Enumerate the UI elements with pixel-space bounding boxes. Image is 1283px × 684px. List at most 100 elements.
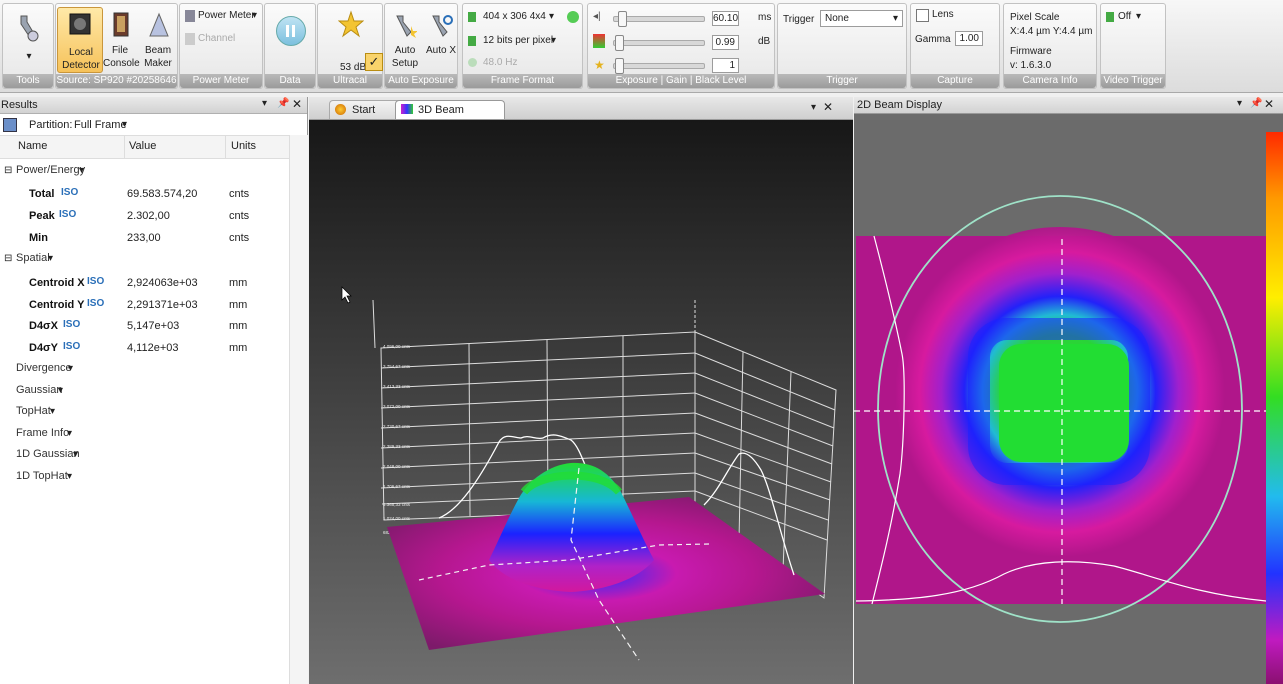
partition-icon (3, 118, 17, 132)
column-value[interactable]: Value (129, 140, 156, 152)
rate-label: 48.0 Hz (483, 57, 518, 68)
chevron-down-icon[interactable]: ▾ (73, 444, 78, 465)
table-row[interactable]: Peak ISO 2.302,00 cnts (0, 206, 290, 227)
chevron-down-icon[interactable]: ▾ (1237, 98, 1242, 109)
category-1d-gaussian[interactable]: 1D Gaussian ▾ (0, 444, 290, 465)
video-trigger-group: Off ▾ Video Trigger (1100, 3, 1166, 89)
power-meter-dropdown[interactable]: Power Meter (198, 10, 255, 21)
power-energy-label: Power/Energy (16, 164, 86, 176)
video-trigger-dropdown[interactable]: Off (1118, 11, 1131, 22)
beam-2d-title: 2D Beam Display (857, 99, 942, 111)
spatial-group[interactable]: ⊟ Spatial ▾ (0, 248, 290, 269)
chevron-down-icon[interactable]: ▾ (252, 10, 257, 21)
ultracal-caption: Ultracal (318, 74, 382, 88)
row-value: 2.302,00 (127, 210, 170, 222)
collapse-icon[interactable]: ⊟ (4, 160, 12, 181)
z-tick: 3.072,00 cnts (383, 404, 411, 409)
star-icon[interactable] (338, 10, 364, 38)
close-icon[interactable]: ✕ (823, 100, 833, 114)
category-label: 1D TopHat (16, 470, 68, 482)
chevron-down-icon[interactable]: ▾ (122, 119, 127, 130)
chevron-down-icon[interactable]: ▾ (48, 248, 53, 269)
partition-dropdown[interactable]: Full Frame (74, 119, 127, 131)
refresh-icon[interactable] (567, 11, 579, 23)
capture-caption: Capture (911, 74, 999, 88)
auto-setup-button[interactable]: Auto Setup (387, 44, 423, 70)
chevron-down-icon[interactable]: ▾ (50, 401, 55, 422)
category-tophat[interactable]: TopHat ▾ (0, 401, 290, 422)
beam-maker-button[interactable]: Beam Maker (139, 44, 177, 70)
table-row[interactable]: D4σY ISO 4,112e+03 mm (0, 338, 290, 359)
ultracal-value: 53 dB (340, 62, 367, 73)
column-name[interactable]: Name (18, 140, 47, 152)
black-level-input[interactable]: 1 (712, 58, 739, 73)
local-detector-button[interactable]: Local Detector (57, 7, 103, 73)
pin-icon[interactable]: 📌 (1250, 98, 1262, 109)
gain-slider[interactable] (613, 35, 705, 51)
chevron-down-icon[interactable]: ▾ (68, 358, 73, 379)
table-row[interactable]: D4σX ISO 5,147e+03 mm (0, 316, 290, 337)
category-frame-info[interactable]: Frame Info ▾ (0, 423, 290, 444)
pause-button[interactable] (276, 16, 306, 46)
bits-dropdown[interactable]: 12 bits per pixel (483, 35, 553, 46)
chevron-down-icon[interactable]: ▾ (811, 102, 816, 113)
category-label: Divergence (16, 362, 72, 374)
lens-checkbox[interactable] (916, 9, 929, 22)
category-divergence[interactable]: Divergence ▾ (0, 358, 290, 379)
beam-3d-plot[interactable]: 4.096,00 cnts 3.754,67 cnts 3.413,33 cnt… (309, 120, 853, 684)
category-label: Frame Info (16, 427, 70, 439)
auto-x-icon (432, 15, 453, 37)
power-energy-group[interactable]: ⊟ Power/Energy ▾ (0, 160, 290, 181)
row-value: 4,112e+03 (127, 342, 179, 354)
table-row[interactable]: Centroid X ISO 2,924063e+03 mm (0, 273, 290, 294)
table-row[interactable]: Min 233,00 cnts (0, 228, 290, 249)
rate-icon (468, 58, 477, 67)
chevron-down-icon[interactable]: ▾ (551, 35, 556, 46)
channel-icon (185, 33, 195, 45)
auto-x-button[interactable]: Auto X (423, 44, 459, 57)
category-1d-tophat[interactable]: 1D TopHat ▾ (0, 466, 290, 487)
column-units[interactable]: Units (231, 140, 256, 152)
iso-badge: ISO (59, 209, 77, 220)
file-console-button[interactable]: File Console (103, 44, 140, 70)
trigger-select[interactable]: None ▾ (820, 10, 903, 27)
camera-info-group: Pixel Scale X:4.4 µm Y:4.4 µm Firmware v… (1003, 3, 1097, 89)
close-icon[interactable]: ✕ (292, 97, 302, 111)
gamma-input[interactable]: 1.00 (955, 31, 983, 46)
close-icon[interactable]: ✕ (1264, 97, 1274, 111)
video-trigger-caption: Video Trigger (1101, 74, 1165, 88)
category-gaussian[interactable]: Gaussian ▾ (0, 380, 290, 401)
chevron-down-icon[interactable]: ▾ (1136, 11, 1141, 22)
black-level-slider[interactable] (613, 58, 705, 74)
frame-format-group: 404 x 306 4x4 ▾ 12 bits per pixel ▾ 48.0… (462, 3, 583, 89)
table-row[interactable]: Centroid Y ISO 2,291371e+03 mm (0, 295, 290, 316)
tools-icon[interactable] (15, 12, 43, 46)
table-row[interactable]: Total ISO 69.583.574,20 cnts (0, 184, 290, 205)
chevron-down-icon[interactable]: ▾ (58, 380, 63, 401)
chevron-down-icon[interactable]: ▾ (23, 50, 35, 63)
collapse-icon[interactable]: ⊟ (4, 248, 12, 269)
ultracal-checkbox[interactable]: ✓ (365, 53, 383, 71)
pin-icon[interactable]: 📌 (277, 98, 289, 109)
beam-2d-image[interactable] (854, 114, 1283, 684)
row-unit: cnts (229, 232, 250, 244)
results-scrollbar[interactable] (289, 135, 308, 684)
results-column-header: Name Value Units (0, 135, 290, 159)
exposure-caption: Exposure | Gain | Black Level (588, 74, 774, 88)
resolution-dropdown[interactable]: 404 x 306 4x4 (483, 11, 546, 22)
spatial-label: Spatial (16, 252, 50, 264)
chevron-down-icon[interactable]: ▾ (67, 466, 72, 487)
chevron-down-icon[interactable]: ▾ (79, 160, 84, 181)
row-value: 69.583.574,20 (127, 188, 198, 200)
chevron-down-icon[interactable]: ▾ (549, 11, 554, 22)
tab-3d-beam-display[interactable]: 3D Beam Display (395, 100, 505, 134)
iso-badge: ISO (87, 276, 105, 287)
gain-input[interactable]: 0.99 (712, 35, 739, 50)
chevron-down-icon[interactable]: ▾ (262, 98, 267, 109)
chevron-down-icon[interactable]: ▾ (67, 423, 72, 444)
exposure-input[interactable]: 60.10 (712, 11, 739, 26)
row-name: D4σY (29, 342, 58, 354)
beam-2d-header: 2D Beam Display ▾ 📌 ✕ (854, 97, 1283, 114)
document-tabs: Start Page 3D Beam Display ▾ ✕ (309, 97, 853, 134)
exposure-slider[interactable] (613, 11, 705, 27)
